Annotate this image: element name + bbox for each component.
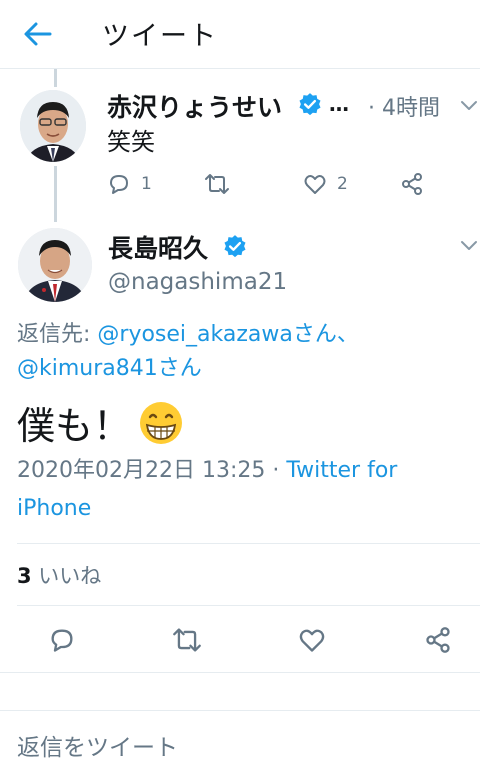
name-ellipsis: … bbox=[329, 92, 349, 116]
display-name[interactable]: 赤沢りょうせい bbox=[107, 88, 282, 124]
retweet-icon bbox=[205, 174, 229, 194]
avatar[interactable] bbox=[18, 228, 92, 302]
top-bar: ツイート bbox=[0, 0, 480, 69]
reply-input[interactable]: 返信をツイート bbox=[17, 728, 178, 762]
reply-icon bbox=[110, 175, 128, 194]
verified-badge-icon bbox=[224, 235, 246, 258]
meta-separator: · bbox=[265, 458, 287, 483]
retweet-button[interactable] bbox=[172, 626, 202, 654]
page-title: ツイート bbox=[102, 21, 218, 52]
share-icon bbox=[426, 627, 450, 653]
share-button[interactable] bbox=[424, 626, 452, 654]
divider bbox=[17, 605, 480, 606]
grinning-face-emoji-icon bbox=[140, 401, 183, 444]
like-button[interactable] bbox=[298, 626, 326, 654]
reply-button[interactable] bbox=[48, 626, 76, 654]
divider bbox=[17, 543, 480, 544]
reply-icon bbox=[51, 629, 73, 652]
like-button[interactable]: 2 bbox=[303, 172, 348, 196]
thread-line bbox=[54, 166, 57, 222]
likes-count: 3 bbox=[17, 564, 32, 588]
like-count: 2 bbox=[337, 174, 348, 194]
chevron-down-icon[interactable] bbox=[460, 240, 478, 252]
reply-context: 返信先: @ryosei_akazawaさん、 @kimura841さん bbox=[17, 318, 477, 386]
mention-suffix[interactable]: さん、 bbox=[293, 322, 359, 347]
display-name[interactable]: 長島昭久 bbox=[108, 229, 208, 265]
retweet-button[interactable] bbox=[204, 172, 230, 196]
tweet-datetime: 2020年02月22日 13:25 bbox=[17, 458, 266, 483]
thread-line bbox=[54, 69, 57, 87]
arrow-left-icon bbox=[24, 22, 52, 46]
chevron-down-icon[interactable] bbox=[460, 100, 478, 112]
mention-link[interactable]: @kimura841 bbox=[17, 356, 158, 381]
tweet-text: 僕も！ bbox=[17, 404, 132, 448]
back-button[interactable] bbox=[22, 20, 54, 48]
heart-icon bbox=[304, 175, 326, 194]
divider bbox=[0, 672, 480, 673]
tweet-meta: 2020年02月22日 13:25 · Twitter for iPhone bbox=[17, 452, 472, 528]
divider bbox=[0, 710, 480, 711]
mention-suffix[interactable]: さん bbox=[158, 356, 202, 381]
reply-button[interactable]: 1 bbox=[107, 172, 152, 196]
user-handle[interactable]: @nagashima21 bbox=[108, 269, 287, 295]
reply-count: 1 bbox=[141, 174, 152, 194]
likes-label: いいね bbox=[31, 564, 102, 588]
retweet-icon bbox=[173, 628, 201, 652]
verified-badge-icon bbox=[299, 93, 321, 116]
tweet-text-row: 僕も！ bbox=[17, 395, 185, 450]
reply-to-label: 返信先: bbox=[17, 322, 98, 347]
heart-icon bbox=[299, 629, 325, 652]
likes-summary[interactable]: 3 いいね bbox=[17, 560, 101, 590]
mention-link[interactable]: @ryosei_akazawa bbox=[97, 322, 292, 347]
tweet-time[interactable]: · 4時間 bbox=[368, 90, 440, 122]
avatar[interactable] bbox=[20, 90, 86, 162]
tweet-text: 笑笑 bbox=[107, 128, 155, 156]
share-button[interactable] bbox=[400, 172, 424, 196]
share-icon bbox=[402, 173, 422, 195]
